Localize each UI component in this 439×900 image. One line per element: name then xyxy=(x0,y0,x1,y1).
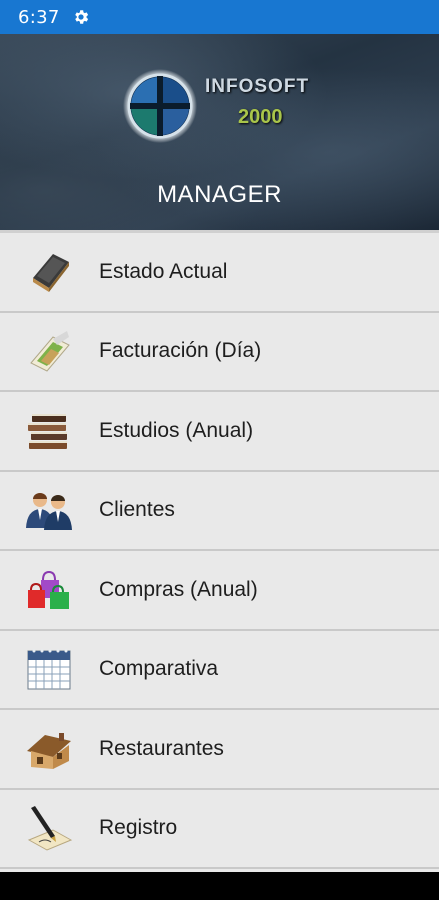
main-menu: Estado Actual Facturación (Día) Estudios… xyxy=(0,230,439,872)
menu-item-label: Registro xyxy=(99,816,178,840)
menu-item-compras[interactable]: Compras (Anual) xyxy=(0,551,439,631)
calendar-icon xyxy=(23,645,75,693)
pen-paper-icon xyxy=(23,804,75,852)
users-icon xyxy=(23,486,75,534)
notebook-icon xyxy=(23,248,75,296)
shopping-bags-icon xyxy=(23,566,75,614)
menu-item-label: Comparativa xyxy=(99,657,219,681)
app-header: INFOSOFT 2000 MANAGER xyxy=(0,34,439,230)
menu-item-label: Estado Actual xyxy=(99,259,228,283)
gear-icon xyxy=(72,8,90,26)
menu-item-label: Estudios (Anual) xyxy=(99,418,254,442)
invoice-icon xyxy=(23,327,75,375)
menu-item-label: Restaurantes xyxy=(99,736,224,760)
page-title: MANAGER xyxy=(157,181,282,208)
book-stack-icon xyxy=(23,407,75,455)
logo-text-infosoft: INFOSOFT xyxy=(205,76,310,97)
status-bar: 6:37 xyxy=(0,0,439,34)
menu-item-label: Compras (Anual) xyxy=(99,577,258,601)
status-time: 6:37 xyxy=(18,6,60,28)
house-icon xyxy=(23,725,75,773)
menu-item-estudios[interactable]: Estudios (Anual) xyxy=(0,392,439,472)
system-nav-bar xyxy=(0,872,439,900)
logo-text-2000: 2000 xyxy=(238,106,283,128)
menu-item-estado-actual[interactable]: Estado Actual xyxy=(0,233,439,313)
menu-item-comparativa[interactable]: Comparativa xyxy=(0,630,439,710)
menu-item-registro[interactable]: Registro xyxy=(0,789,439,869)
menu-item-clientes[interactable]: Clientes xyxy=(0,471,439,551)
globe-logo-icon xyxy=(122,68,198,144)
menu-item-label: Facturación (Día) xyxy=(99,339,262,363)
menu-item-label: Clientes xyxy=(99,498,175,522)
menu-item-facturacion[interactable]: Facturación (Día) xyxy=(0,312,439,392)
menu-item-restaurantes[interactable]: Restaurantes xyxy=(0,710,439,790)
